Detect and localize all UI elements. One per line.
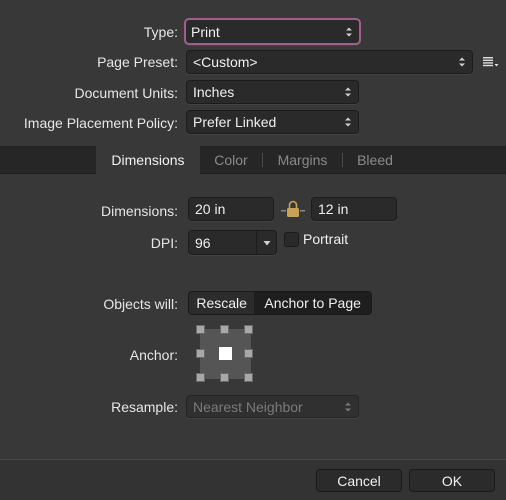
dpi-label: DPI: xyxy=(150,235,178,251)
anchor-top-center[interactable] xyxy=(220,325,229,334)
type-select[interactable]: Print xyxy=(184,18,361,45)
tab-dimensions[interactable]: Dimensions xyxy=(96,146,200,174)
portrait-label: Portrait xyxy=(303,231,349,247)
anchor-bottom-right[interactable] xyxy=(244,373,253,382)
resample-label: Resample: xyxy=(111,399,178,415)
chevron-down-icon xyxy=(263,240,270,245)
anchor-label: Anchor: xyxy=(129,347,178,363)
width-value: 20 in xyxy=(195,201,226,217)
anchor-to-page-option[interactable]: Anchor to Page xyxy=(254,292,371,314)
objects-will-segmented-control: Rescale Anchor to Page xyxy=(188,291,372,315)
height-value: 12 in xyxy=(318,201,349,217)
document-units-select[interactable]: Inches xyxy=(186,80,359,104)
image-placement-select[interactable]: Prefer Linked xyxy=(186,110,359,134)
stepper-arrows-icon xyxy=(345,402,351,411)
dimensions-label: Dimensions: xyxy=(100,203,178,219)
cancel-button[interactable]: Cancel xyxy=(316,469,402,492)
ok-button[interactable]: OK xyxy=(409,469,495,492)
anchor-bottom-left[interactable] xyxy=(196,373,205,382)
image-placement-label: Image Placement Policy: xyxy=(23,115,178,131)
tab-bleed[interactable]: Bleed xyxy=(343,146,407,174)
height-input[interactable]: 12 in xyxy=(311,197,397,221)
anchor-top-left[interactable] xyxy=(196,325,205,334)
stepper-arrows-icon xyxy=(345,87,351,97)
page-preset-select[interactable]: <Custom> xyxy=(186,50,473,74)
type-label: Type: xyxy=(143,24,178,40)
stepper-arrows-icon xyxy=(346,27,352,36)
page-preset-value: <Custom> xyxy=(193,54,258,70)
anchor-middle-right[interactable] xyxy=(244,349,253,358)
stepper-arrows-icon xyxy=(459,57,465,67)
document-units-value: Inches xyxy=(193,84,235,100)
dpi-combobox[interactable]: 96 xyxy=(188,230,277,255)
tab-color[interactable]: Color xyxy=(200,146,262,174)
tab-margins[interactable]: Margins xyxy=(263,146,342,174)
preset-menu-icon[interactable] xyxy=(482,56,500,68)
rescale-option[interactable]: Rescale xyxy=(189,292,255,314)
anchor-center-selected[interactable] xyxy=(219,347,232,360)
tab-bar: Dimensions Color Margins Bleed xyxy=(0,146,506,174)
type-value: Print xyxy=(191,23,220,40)
anchor-bottom-center[interactable] xyxy=(220,373,229,382)
resample-select[interactable]: Nearest Neighbor xyxy=(186,395,359,418)
anchor-middle-left[interactable] xyxy=(196,349,205,358)
resample-value: Nearest Neighbor xyxy=(193,398,303,415)
objects-will-label: Objects will: xyxy=(103,296,178,312)
lock-icon[interactable] xyxy=(281,199,305,219)
dpi-value: 96 xyxy=(195,234,211,251)
page-preset-label: Page Preset: xyxy=(97,54,178,70)
width-input[interactable]: 20 in xyxy=(188,197,274,221)
stepper-arrows-icon xyxy=(345,117,351,127)
document-units-label: Document Units: xyxy=(74,85,178,101)
dpi-dropdown-button[interactable] xyxy=(256,231,276,254)
anchor-top-right[interactable] xyxy=(244,325,253,334)
image-placement-value: Prefer Linked xyxy=(193,114,277,130)
portrait-checkbox[interactable] xyxy=(284,232,299,247)
